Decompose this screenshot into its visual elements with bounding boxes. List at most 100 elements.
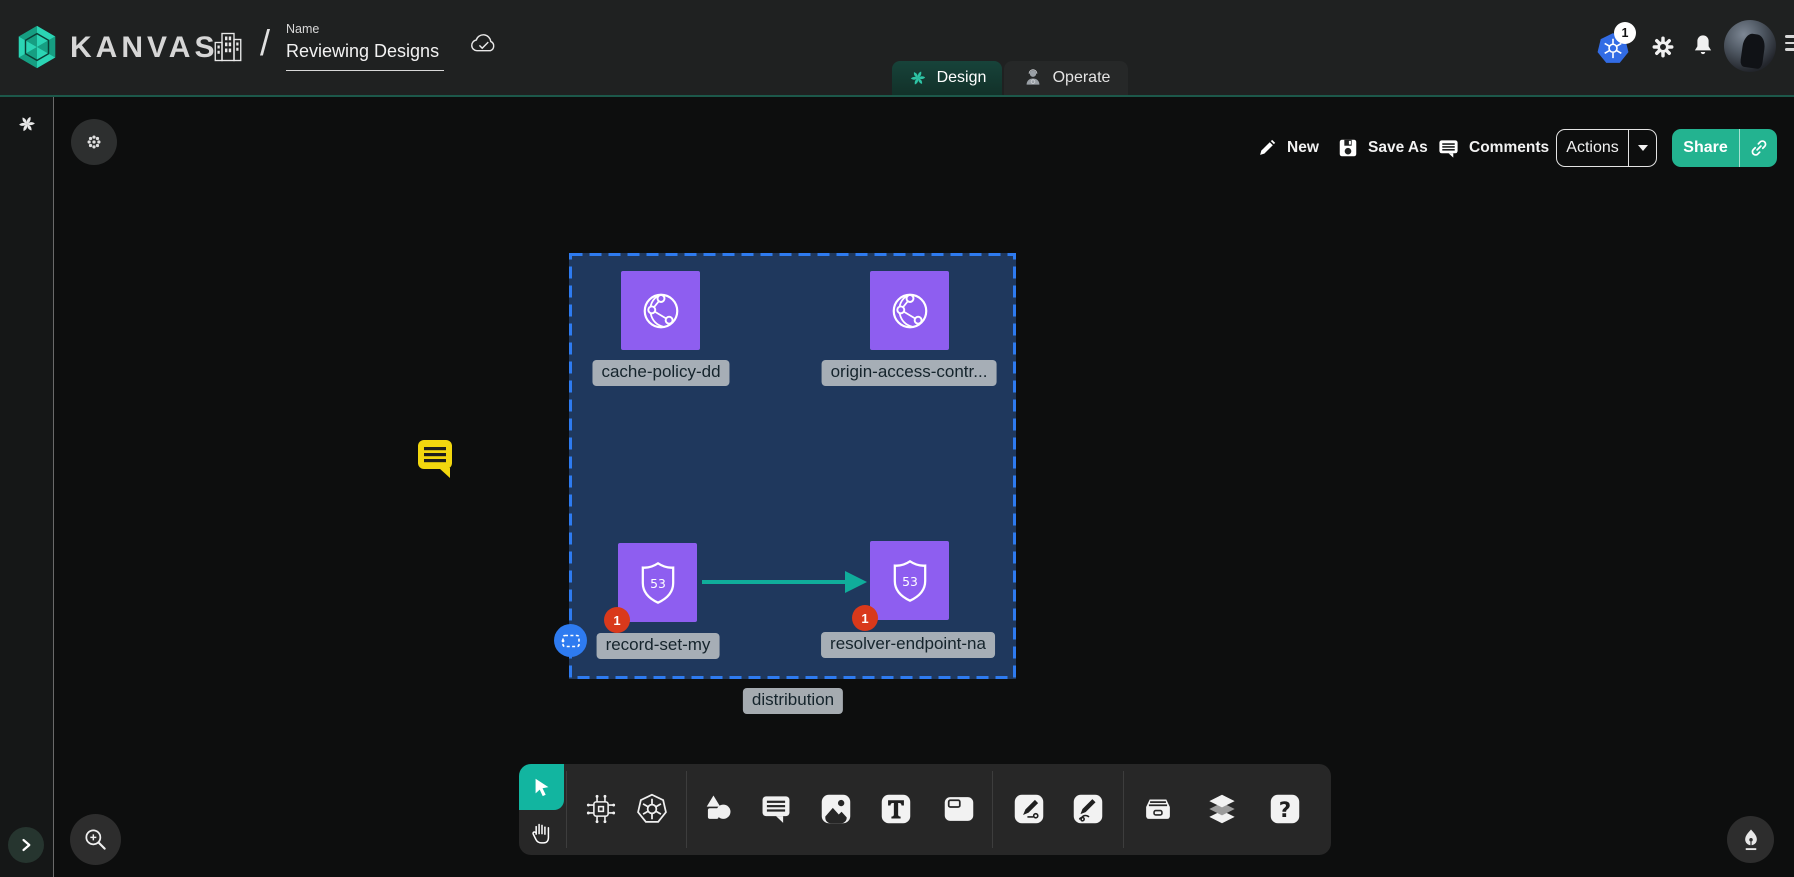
cloud-saved-icon <box>465 28 503 62</box>
comment-tool[interactable] <box>757 790 795 828</box>
toolbar-divider <box>1123 771 1124 848</box>
text-tool[interactable] <box>877 790 915 828</box>
group-label[interactable]: distribution <box>743 688 843 714</box>
chevron-right-icon <box>16 835 36 855</box>
chevron-down-icon <box>1638 145 1648 151</box>
pencil-tool[interactable] <box>1069 790 1107 828</box>
components-drawer-tool[interactable] <box>1139 790 1177 828</box>
share-label: Share <box>1672 129 1739 167</box>
pen-tool[interactable] <box>1010 790 1048 828</box>
tab-design[interactable]: Design <box>892 61 1002 95</box>
layers-tool[interactable] <box>1203 790 1241 828</box>
new-button[interactable]: New <box>1256 130 1319 166</box>
image-tool[interactable] <box>817 790 855 828</box>
shapes-icon <box>700 790 738 828</box>
sticky-note-icon <box>940 790 978 828</box>
connection-arrow[interactable] <box>699 564 871 600</box>
hand-icon <box>528 819 556 847</box>
top-header-bar: KANVAS / Name Design Operate 1 <box>0 0 1794 95</box>
floppy-disk-icon <box>1337 137 1359 159</box>
save-as-label: Save As <box>1368 139 1428 157</box>
workspace-building-icon[interactable] <box>210 28 246 66</box>
select-tool[interactable] <box>519 764 564 810</box>
name-field-label: Name <box>286 22 446 36</box>
meshery-spiral-icon[interactable] <box>16 113 38 135</box>
toolbar-divider <box>566 771 567 848</box>
sticky-note-tool[interactable] <box>940 790 978 828</box>
kubernetes-tool[interactable] <box>633 790 671 828</box>
design-name-input[interactable] <box>286 39 444 71</box>
kanvas-logo-icon[interactable] <box>14 24 60 70</box>
comment-bubble-icon <box>757 790 795 828</box>
canvas-widget-button[interactable] <box>71 119 117 165</box>
toolbar-divider <box>686 771 687 848</box>
actions-dropdown-button[interactable]: Actions <box>1556 129 1657 167</box>
cursor-arrow-icon <box>531 776 553 798</box>
copy-link-segment[interactable] <box>1740 129 1777 167</box>
magnifier-plus-icon <box>80 824 112 856</box>
tool-palette <box>519 764 1331 855</box>
operate-tab-person-icon <box>1022 67 1044 89</box>
link-icon <box>1746 135 1772 161</box>
settings-gear-icon[interactable] <box>1648 32 1678 62</box>
circuit-chip-icon <box>582 790 620 828</box>
left-sidebar <box>0 97 54 877</box>
pencil-sketch-icon <box>1069 790 1107 828</box>
breadcrumb-separator: / <box>260 22 270 64</box>
design-tab-spiral-icon <box>908 68 928 88</box>
shapes-tool[interactable] <box>700 790 738 828</box>
route53-shield-icon <box>883 554 937 608</box>
cloudfront-globe-icon <box>884 285 936 337</box>
node-record-set[interactable] <box>618 543 697 622</box>
comments-button[interactable]: Comments <box>1437 130 1549 166</box>
image-icon <box>817 790 855 828</box>
selection-handle-button[interactable] <box>554 624 587 657</box>
actions-label: Actions <box>1557 130 1628 166</box>
node-label[interactable]: cache-policy-dd <box>592 360 729 386</box>
node-resolver-endpoint[interactable] <box>870 541 949 620</box>
layers-icon <box>1203 790 1241 828</box>
question-mark-icon <box>1266 790 1304 828</box>
node-label[interactable]: record-set-my <box>597 633 720 659</box>
zoom-in-button[interactable] <box>70 814 121 865</box>
pencil-icon <box>1256 137 1278 159</box>
node-label[interactable]: resolver-endpoint-na <box>821 632 995 658</box>
overflow-menu-icon[interactable] <box>1785 35 1794 55</box>
kanvas-app: KANVAS / Name Design Operate 1 <box>0 0 1794 877</box>
pen-nib-icon <box>1737 826 1765 854</box>
text-icon <box>877 790 915 828</box>
tab-operate[interactable]: Operate <box>1004 61 1128 95</box>
error-count-badge[interactable]: 1 <box>852 605 878 631</box>
kubernetes-wheel-icon <box>633 790 671 828</box>
error-count-badge[interactable]: 1 <box>604 607 630 633</box>
notifications-bell-icon[interactable] <box>1688 31 1718 61</box>
comment-marker[interactable] <box>414 436 458 480</box>
pan-tool[interactable] <box>519 810 564 855</box>
new-label: New <box>1287 139 1319 157</box>
help-tool[interactable] <box>1266 790 1304 828</box>
kanvas-logo-text[interactable]: KANVAS <box>70 31 218 65</box>
node-cache-policy[interactable] <box>621 271 700 350</box>
save-as-button[interactable]: Save As <box>1337 130 1428 166</box>
node-label[interactable]: origin-access-contr... <box>822 360 997 386</box>
drawer-inbox-icon <box>1139 790 1177 828</box>
user-avatar[interactable] <box>1724 20 1776 72</box>
infrastructure-tool[interactable] <box>582 790 620 828</box>
expand-sidebar-button[interactable] <box>8 827 44 863</box>
cloudfront-globe-icon <box>635 285 687 337</box>
share-button[interactable]: Share <box>1672 129 1777 167</box>
comments-label: Comments <box>1469 139 1549 157</box>
pen-icon <box>1010 790 1048 828</box>
header-accent-divider <box>0 95 1794 97</box>
operate-tab-label: Operate <box>1053 69 1111 87</box>
comment-bubble-icon <box>1437 137 1460 160</box>
pen-mode-fab-button[interactable] <box>1727 816 1774 863</box>
node-origin-access-control[interactable] <box>870 271 949 350</box>
design-name-field: Name <box>286 22 446 71</box>
route53-shield-icon <box>631 556 685 610</box>
kubernetes-context-button[interactable]: 1 <box>1594 28 1640 70</box>
actions-caret-cell[interactable] <box>1629 130 1656 166</box>
design-tab-label: Design <box>937 69 987 87</box>
kubernetes-context-count-badge: 1 <box>1614 22 1636 44</box>
dashed-rectangle-icon <box>559 629 583 653</box>
